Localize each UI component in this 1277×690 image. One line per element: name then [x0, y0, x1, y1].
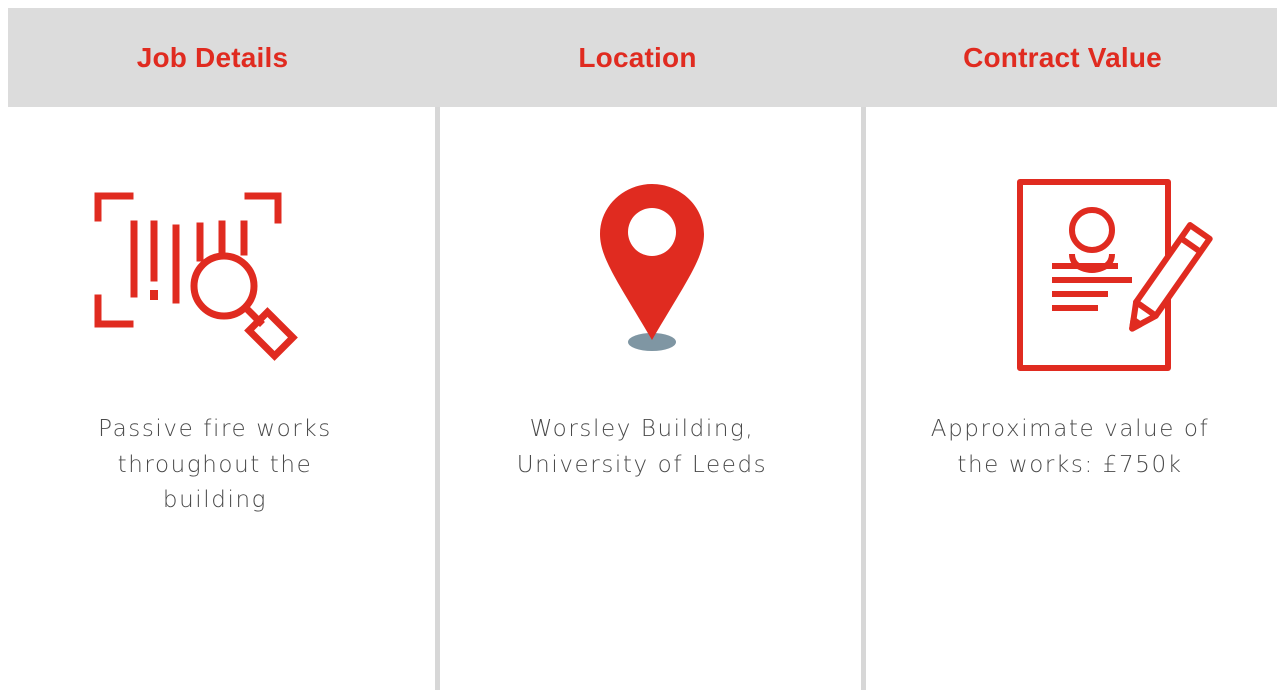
column-divider	[435, 107, 440, 690]
location-description: Worsley Building, University of Leeds	[516, 416, 768, 478]
job-details-description: Passive fire works throughout the buildi…	[98, 416, 332, 514]
project-summary: Job Details Location Contract Value Pass…	[0, 0, 1277, 690]
contract-value-description: Approximate value of the works: £750k	[930, 416, 1210, 478]
column-header-job-details: Job Details	[136, 41, 289, 73]
column-header-contract-value: Contract Value	[963, 41, 1162, 73]
map-pin-icon	[600, 184, 704, 351]
column-divider	[861, 107, 866, 690]
column-header-location: Location	[578, 41, 697, 73]
barcode-search-icon	[94, 192, 298, 361]
contract-pen-icon	[1017, 179, 1213, 371]
